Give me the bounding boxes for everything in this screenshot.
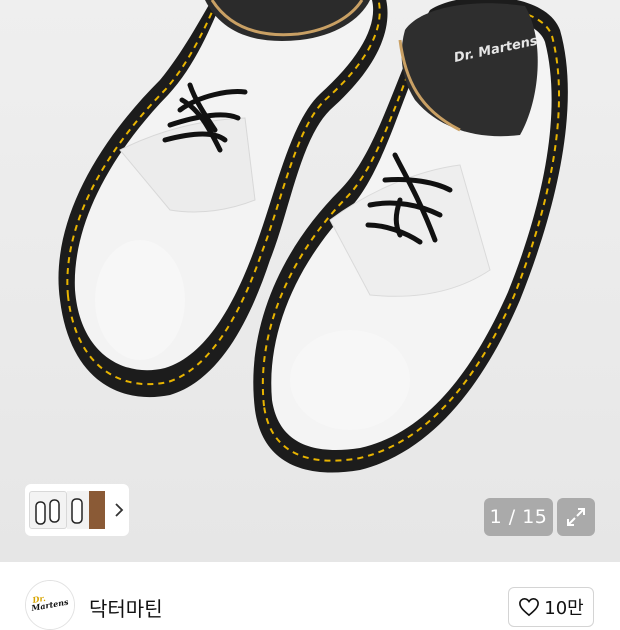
shoe-thumbnail-icon	[35, 499, 60, 525]
thumb-shoes-pair[interactable]	[29, 491, 67, 529]
thumbnail-strip[interactable]	[25, 484, 129, 536]
expand-arrows-icon	[567, 508, 585, 526]
shoe-side-thumbnail-icon	[71, 498, 83, 524]
like-button[interactable]: 10만	[508, 587, 594, 627]
brand-name[interactable]: 닥터마틴	[89, 593, 163, 622]
product-image-gallery[interactable]: Dr. Martens 1 / 15	[0, 0, 620, 562]
thumb-shoe-side[interactable]	[67, 491, 89, 529]
brand-logo[interactable]: Dr. Martens	[25, 580, 75, 630]
image-counter: 1 / 15	[484, 498, 553, 536]
thumb-shoe-brown[interactable]	[89, 491, 105, 529]
heart-outline-icon	[519, 597, 540, 617]
brand-bar: Dr. Martens 닥터마틴 10만	[0, 562, 620, 630]
product-photo: Dr. Martens	[58, 0, 568, 473]
expand-button[interactable]	[557, 498, 595, 536]
chevron-right-icon[interactable]	[111, 502, 127, 518]
dr-martens-logo-icon: Dr. Martens	[26, 581, 74, 629]
like-count: 10만	[544, 598, 584, 619]
